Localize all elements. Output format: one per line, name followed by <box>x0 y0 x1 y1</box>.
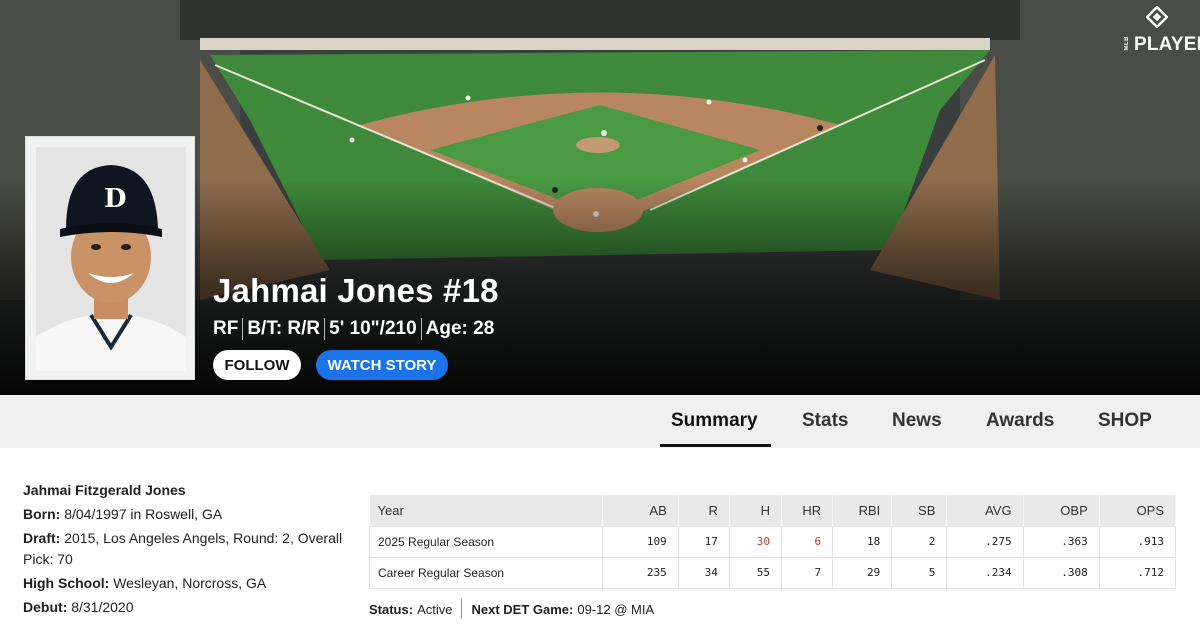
stats-header-row: Year AB R H HR RBI SB AVG OBP OPS <box>369 495 1177 526</box>
bio-born-value: 8/04/1997 in Roswell, GA <box>64 506 223 522</box>
next-game-label: Next DET Game: <box>471 601 574 617</box>
table-cell: 17 <box>677 525 730 558</box>
bio-debut-label: Debut: <box>23 599 68 615</box>
player-nav-tabs: Summary Stats News Awards SHOP <box>0 395 1200 448</box>
table-cell: .363 <box>1022 525 1100 558</box>
diamond-logo-icon <box>1146 6 1168 28</box>
table-cell: Career Regular Season <box>369 556 603 589</box>
stats-header-cell[interactable]: SB <box>891 495 948 526</box>
hero-banner: MLB PLAYERS D <box>0 0 1200 395</box>
table-cell: 34 <box>677 556 730 589</box>
table-cell: .275 <box>946 525 1024 558</box>
table-row: Career Regular Season 235 34 55 7 29 5 .… <box>369 556 1177 589</box>
player-headshot-frame: D <box>25 136 195 380</box>
tab-shop[interactable]: SHOP <box>1098 410 1152 432</box>
bio-school-value: Wesleyan, Norcross, GA <box>113 575 267 591</box>
bio-debut-value: 8/31/2020 <box>71 599 134 615</box>
stats-header-cell[interactable]: Year <box>369 495 603 526</box>
status-divider <box>461 599 463 619</box>
active-tab-indicator <box>660 444 771 447</box>
tab-stats[interactable]: Stats <box>802 410 848 432</box>
bio-born-label: Born: <box>23 506 61 522</box>
svg-text:D: D <box>104 184 127 214</box>
stats-header-cell[interactable]: AB <box>602 495 679 526</box>
table-cell: 2 <box>891 525 948 558</box>
status-label: Status: <box>369 601 414 617</box>
table-cell: 29 <box>832 556 893 589</box>
table-cell: 55 <box>728 556 783 589</box>
stats-table: Year AB R H HR RBI SB AVG OBP OPS 2025 R… <box>369 495 1177 589</box>
bio-full-name: Jahmai Fitzgerald Jones <box>23 482 186 498</box>
stats-header-cell[interactable]: R <box>678 495 730 526</box>
table-cell: .712 <box>1098 556 1177 589</box>
table-cell: .234 <box>946 556 1024 589</box>
stats-header-cell[interactable]: AVG <box>946 495 1024 526</box>
player-headshot: D <box>36 147 186 371</box>
player-photo-illustration: D <box>36 147 186 371</box>
table-cell: 18 <box>832 525 893 558</box>
mlb-logo-text: MLB <box>1124 36 1130 51</box>
mlb-players-logo[interactable]: MLB PLAYERS <box>1122 4 1200 56</box>
bio-high-school: High School: Wesleyan, Norcross, GA <box>23 571 353 595</box>
stats-header-cell[interactable]: HR <box>781 495 834 526</box>
stats-header-cell[interactable]: OPS <box>1099 495 1177 526</box>
player-bats-throws: B/T: R/R <box>247 318 321 339</box>
table-cell: 7 <box>780 556 834 589</box>
watch-story-button[interactable]: WATCH STORY <box>316 350 448 380</box>
table-cell-highlight: 6 <box>780 525 834 558</box>
tab-news[interactable]: News <box>892 410 942 432</box>
table-row: 2025 Regular Season 109 17 30 6 18 2 .27… <box>369 525 1177 558</box>
table-cell-highlight: 30 <box>728 525 783 558</box>
table-cell: 235 <box>601 556 679 589</box>
status-line: Status: Active Next DET Game: 09-12 @ MI… <box>369 598 654 620</box>
table-cell: 5 <box>891 556 948 589</box>
player-position: RF <box>213 318 239 339</box>
tab-awards[interactable]: Awards <box>986 410 1054 432</box>
follow-button[interactable]: FOLLOW <box>213 350 301 380</box>
meta-divider <box>242 318 244 340</box>
bio-born: Born: 8/04/1997 in Roswell, GA <box>23 502 353 526</box>
player-meta: RF B/T: R/R 5' 10"/210 Age: 28 <box>213 317 494 341</box>
tab-summary[interactable]: Summary <box>671 410 758 432</box>
next-game-value[interactable]: 09-12 @ MIA <box>577 602 654 617</box>
player-height-weight: 5' 10"/210 <box>329 318 417 339</box>
player-name-number: Jahmai Jones #18 <box>213 272 499 309</box>
players-logo-text: PLAYERS <box>1134 34 1200 55</box>
stats-header-cell[interactable]: H <box>729 495 783 526</box>
table-cell: 109 <box>601 525 679 558</box>
player-bio: Jahmai Fitzgerald Jones Born: 8/04/1997 … <box>23 478 353 619</box>
stats-header-cell[interactable]: RBI <box>832 495 893 526</box>
stats-header-cell[interactable]: OBP <box>1023 495 1100 526</box>
table-cell: .913 <box>1098 525 1177 558</box>
table-cell: .308 <box>1022 556 1100 589</box>
meta-divider <box>324 318 326 340</box>
status-value: Active <box>417 601 453 617</box>
bio-draft-label: Draft: <box>23 530 61 546</box>
bio-school-label: High School: <box>23 575 110 591</box>
bio-draft-value: 2015, Los Angeles Angels, Round: 2, Over… <box>23 530 343 567</box>
bio-debut: Debut: 8/31/2020 <box>23 595 353 619</box>
table-cell: 2025 Regular Season <box>369 525 603 558</box>
meta-divider <box>420 318 422 340</box>
player-age: Age: 28 <box>425 318 495 339</box>
bio-draft: Draft: 2015, Los Angeles Angels, Round: … <box>23 528 353 570</box>
